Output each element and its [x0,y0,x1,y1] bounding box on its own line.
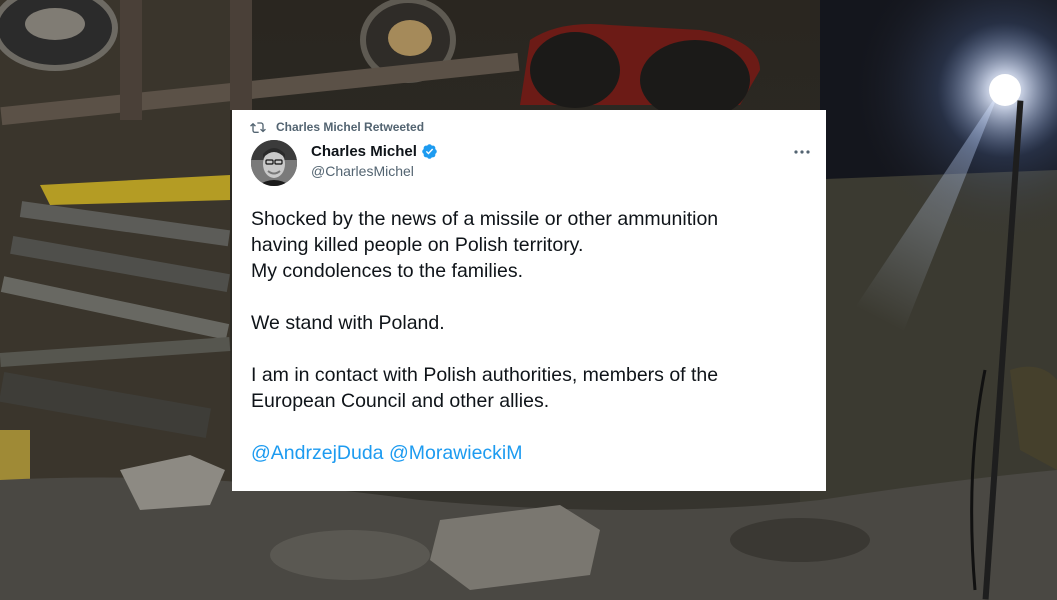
tweet-text-line: We stand with Poland. [251,312,445,334]
retweet-context: Charles Michel Retweeted [250,120,424,134]
author-block: Charles Michel @CharlesMichel [311,143,438,179]
retweet-icon [250,122,266,133]
tweet-text-line: I am in contact with Polish authorities,… [251,364,719,386]
retweeted-by-label: Charles Michel Retweeted [276,120,425,134]
tweet-text-line: European Council and other allies. [251,390,550,412]
more-options-button[interactable] [790,140,814,164]
tweet-text-line: My condolences to the families. [251,260,524,282]
mention-link-morawieckim[interactable]: @MorawieckiM [389,442,523,464]
author-handle[interactable]: @CharlesMichel [311,163,438,179]
tweet-card[interactable]: Charles Michel Retweeted Charles Michel … [232,110,826,491]
tweet-text: Shocked by the news of a missile or othe… [251,206,821,466]
tweet-text-line: Shocked by the news of a missile or othe… [251,208,719,230]
verified-badge-icon [422,144,437,159]
avatar-image [251,140,297,186]
avatar[interactable] [251,140,297,186]
mentions-line: @AndrzejDuda @MorawieckiM [251,440,821,466]
more-options-icon [794,150,810,154]
author-name[interactable]: Charles Michel [311,143,417,160]
mention-link-andrzejduda[interactable]: @AndrzejDuda [251,442,384,464]
tweet-text-line: having killed people on Polish territory… [251,234,584,256]
